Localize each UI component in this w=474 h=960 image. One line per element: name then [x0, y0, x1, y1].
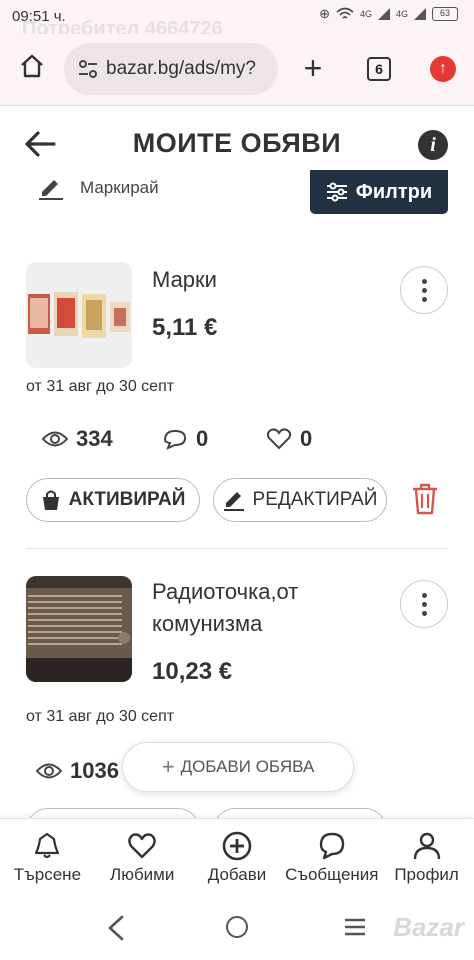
- messages-count: 0: [196, 426, 209, 451]
- heart-icon: [266, 428, 292, 450]
- signal-4g-label-2: 4G: [395, 9, 408, 19]
- pencil-icon: [223, 492, 244, 511]
- system-recents-icon[interactable]: [344, 918, 366, 936]
- add-ad-label: ДОБАВИ ОБЯВА: [180, 757, 315, 776]
- home-icon[interactable]: [18, 52, 46, 80]
- filters-button[interactable]: Филтри: [310, 170, 448, 214]
- ad-price: 10,23 €: [152, 658, 233, 685]
- nav-add[interactable]: Добави: [190, 819, 285, 896]
- address-bar[interactable]: bazar.bg/ads/my?: [64, 43, 278, 95]
- ad-dates: от 31 авг до 30 септ: [26, 708, 175, 725]
- plus-circle-icon: [222, 831, 252, 861]
- trash-icon[interactable]: [410, 482, 440, 516]
- nav-search[interactable]: Търсене: [0, 819, 95, 896]
- plus-icon: +: [161, 754, 175, 779]
- chat-icon: [163, 429, 187, 450]
- nav-label: Любими: [110, 865, 175, 884]
- page-title: МОИТЕ ОБЯВИ: [132, 128, 342, 158]
- eye-icon: [42, 431, 68, 447]
- ad-card[interactable]: Марки 5,11 € от 31 авг до 30 септ 334 0 …: [26, 262, 448, 532]
- sliders-icon: [326, 182, 347, 202]
- chat-icon: [319, 832, 344, 860]
- edit-label: РЕДАКТИРАЙ: [252, 489, 378, 510]
- views-stat: 334: [42, 426, 162, 452]
- system-back-icon[interactable]: [104, 914, 128, 942]
- favorites-count: 0: [300, 426, 313, 451]
- mark-label: Маркирай: [80, 178, 159, 197]
- url-text: bazar.bg/ads/my?: [106, 58, 256, 79]
- status-icons: ⊕ 4G 4G 63: [319, 6, 458, 22]
- nav-label: Профил: [394, 865, 459, 884]
- bell-icon: [35, 832, 60, 859]
- user-icon: [413, 832, 440, 860]
- add-ad-floating-button[interactable]: + ДОБАВИ ОБЯВА: [122, 742, 354, 792]
- nav-label: Търсене: [13, 865, 82, 884]
- nav-label: Добави: [207, 865, 267, 884]
- info-icon[interactable]: i: [418, 130, 448, 160]
- mark-button[interactable]: Маркирай: [38, 176, 159, 200]
- bag-icon: [42, 490, 59, 510]
- ad-price: 5,11 €: [152, 314, 218, 341]
- brand-watermark: Bazar: [393, 912, 464, 942]
- status-bar: Потребител 4664726 09:51 ч. ⊕ 4G 4G 63: [0, 0, 474, 40]
- browser-toolbar: bazar.bg/ads/my? + 6 ↑: [0, 34, 474, 106]
- ad-title[interactable]: Радиоточка,от комунизма: [152, 576, 392, 640]
- ad-thumbnail-radio[interactable]: [26, 576, 132, 682]
- ad-stats: 334 0 0: [42, 426, 312, 452]
- new-tab-button[interactable]: +: [297, 48, 329, 88]
- battery-icon: 63: [432, 7, 458, 21]
- signal-icon-2: [414, 8, 426, 20]
- status-time: 09:51 ч.: [12, 8, 66, 25]
- eye-icon: [36, 763, 62, 779]
- update-icon[interactable]: ↑: [430, 56, 456, 82]
- ad-title[interactable]: Марки: [152, 264, 392, 296]
- activate-label: АКТИВИРАЙ: [68, 489, 186, 510]
- more-options-button[interactable]: [400, 580, 448, 628]
- data-saver-icon: ⊕: [319, 6, 330, 21]
- system-navigation: Bazar: [0, 896, 474, 960]
- tab-switcher-button[interactable]: 6: [367, 57, 391, 81]
- views-count: 1036: [70, 758, 119, 783]
- edit-button[interactable]: РЕДАКТИРАЙ: [213, 478, 387, 522]
- nav-profile[interactable]: Профил: [379, 819, 474, 896]
- nav-label: Съобщения: [285, 865, 379, 884]
- pencil-icon: [39, 180, 63, 200]
- wifi-icon: [336, 7, 354, 19]
- views-stat: 1036: [36, 758, 119, 784]
- activate-button[interactable]: АКТИВИРАЙ: [26, 478, 200, 522]
- ad-dates: от 31 авг до 30 септ: [26, 378, 175, 395]
- ad-stats: 1036: [36, 758, 119, 784]
- favorites-stat: 0: [266, 426, 312, 452]
- system-home-icon[interactable]: [226, 916, 248, 938]
- ad-thumbnail-stamps[interactable]: [26, 262, 132, 368]
- views-count: 334: [76, 426, 113, 451]
- heart-icon: [128, 833, 156, 859]
- site-settings-icon[interactable]: [78, 60, 98, 78]
- messages-stat: 0: [162, 426, 266, 452]
- more-options-button[interactable]: [400, 266, 448, 314]
- bottom-navigation: Търсене Любими Добави Съобщения Профил: [0, 818, 474, 896]
- signal-4g-label: 4G: [359, 9, 372, 19]
- nav-favorites[interactable]: Любими: [95, 819, 190, 896]
- signal-icon: [377, 8, 390, 20]
- divider: [26, 548, 448, 549]
- filters-label: Филтри: [355, 180, 433, 203]
- nav-messages[interactable]: Съобщения: [284, 819, 379, 896]
